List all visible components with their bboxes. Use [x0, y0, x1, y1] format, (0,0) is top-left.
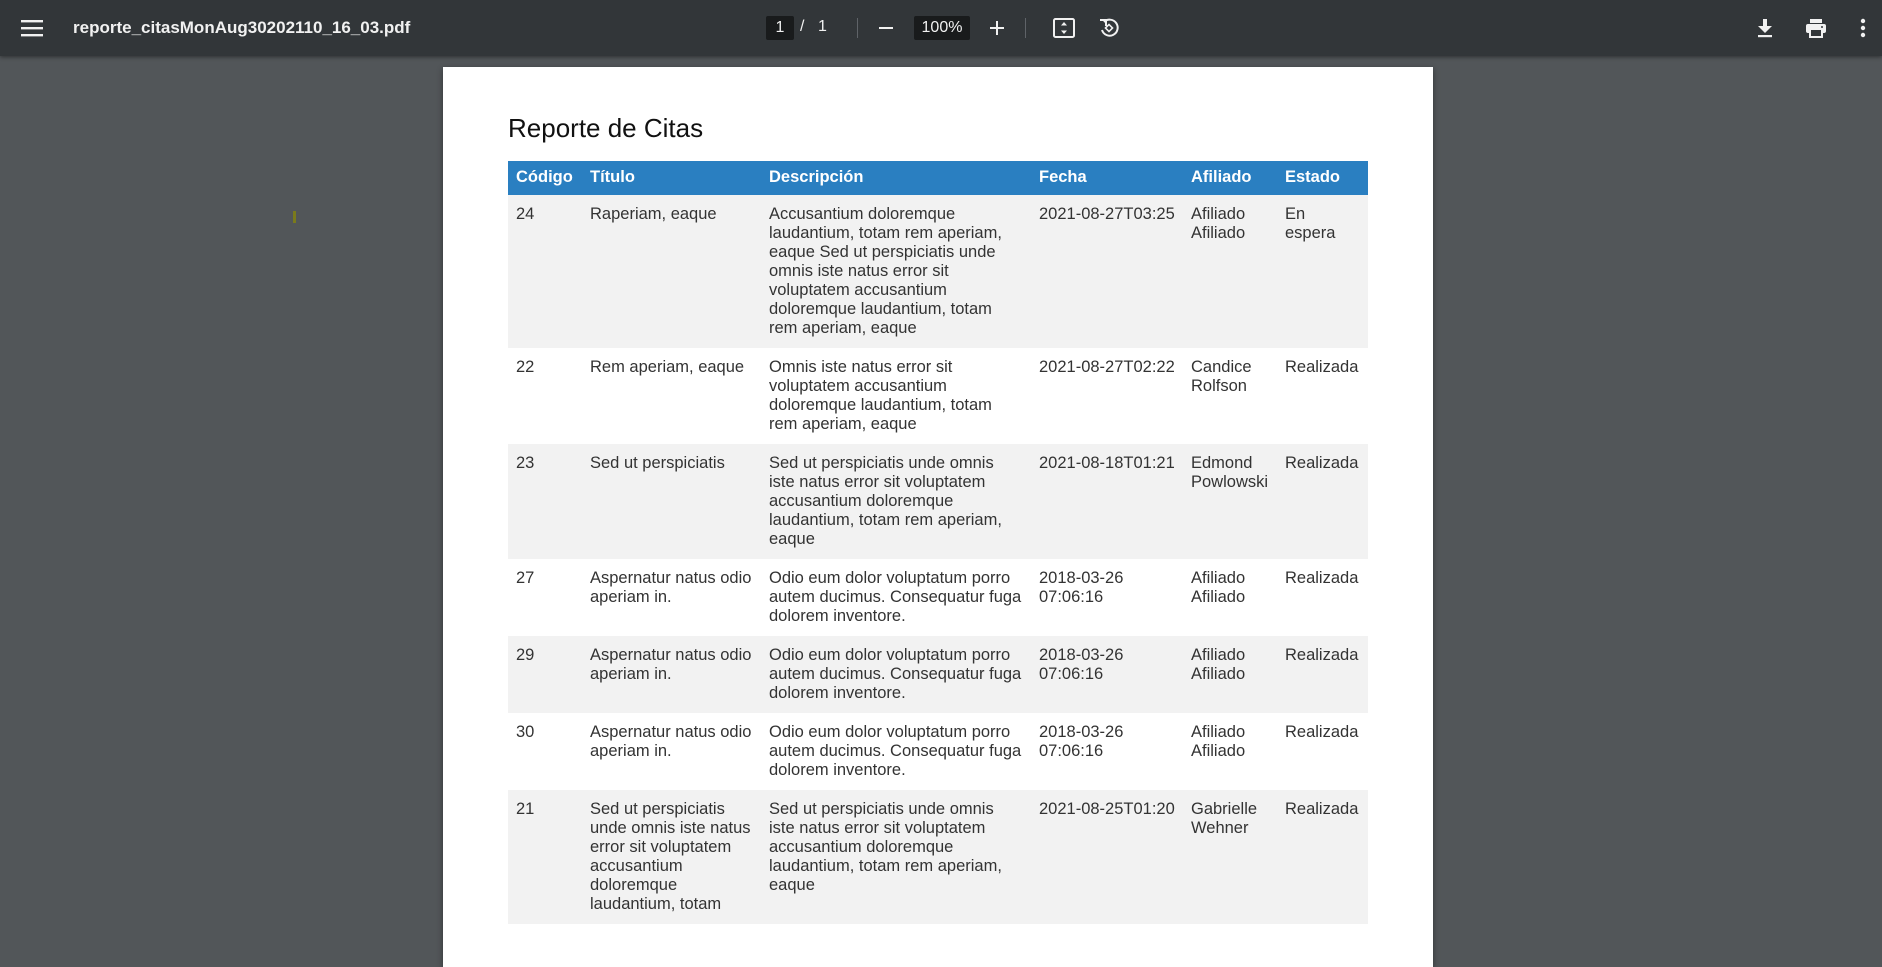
- plus-icon: [990, 21, 1004, 35]
- pdf-toolbar: reporte_citasMonAug30202110_16_03.pdf 1 …: [0, 0, 1882, 56]
- cell-codigo: 30: [508, 713, 582, 790]
- citas-table: Código Título Descripción Fecha Afiliado…: [508, 161, 1368, 924]
- column-header: Código: [508, 161, 582, 195]
- column-header: Descripción: [761, 161, 1031, 195]
- more-actions-button[interactable]: [1848, 10, 1878, 46]
- zoom-in-button[interactable]: [979, 10, 1015, 46]
- cell-codigo: 23: [508, 444, 582, 559]
- cell-fecha: 2021-08-27T02:22: [1031, 348, 1183, 444]
- table-row: 29 Aspernatur natus odio aperiam in. Odi…: [508, 636, 1368, 713]
- rotate-button[interactable]: [1091, 10, 1127, 46]
- table-row: 21 Sed ut perspiciatis unde omnis iste n…: [508, 790, 1368, 924]
- rotate-icon: [1100, 18, 1119, 37]
- cell-afiliado: Afiliado Afiliado: [1183, 636, 1277, 713]
- cell-codigo: 21: [508, 790, 582, 924]
- cell-afiliado: Gabrielle Wehner: [1183, 790, 1277, 924]
- print-button[interactable]: [1798, 10, 1834, 46]
- cell-descripcion: Sed ut perspiciatis unde omnis iste natu…: [761, 790, 1031, 924]
- table-row: 30 Aspernatur natus odio aperiam in. Odi…: [508, 713, 1368, 790]
- column-header: Afiliado: [1183, 161, 1277, 195]
- cell-codigo: 27: [508, 559, 582, 636]
- zoom-level-input[interactable]: 100%: [914, 16, 970, 40]
- zoom-out-button[interactable]: [868, 10, 904, 46]
- document-filename: reporte_citasMonAug30202110_16_03.pdf: [73, 18, 411, 37]
- download-button[interactable]: [1747, 10, 1783, 46]
- column-header: Estado: [1277, 161, 1368, 195]
- cell-titulo: Raperiam, eaque: [582, 195, 761, 348]
- cell-descripcion: Odio eum dolor voluptatum porro autem du…: [761, 713, 1031, 790]
- cell-descripcion: Omnis iste natus error sit voluptatem ac…: [761, 348, 1031, 444]
- document-title: Reporte de Citas: [508, 113, 704, 143]
- cell-fecha: 2018-03-26 07:06:16: [1031, 713, 1183, 790]
- table-row: 24 Raperiam, eaque Accusantium doloremqu…: [508, 195, 1368, 348]
- cell-fecha: 2021-08-27T03:25: [1031, 195, 1183, 348]
- table-row: 22 Rem aperiam, eaque Omnis iste natus e…: [508, 348, 1368, 444]
- cell-estado: Realizada: [1277, 559, 1368, 636]
- fit-to-page-icon: [1053, 18, 1075, 38]
- cell-codigo: 24: [508, 195, 582, 348]
- table-header-row: Código Título Descripción Fecha Afiliado…: [508, 161, 1368, 195]
- cell-titulo: Sed ut perspiciatis unde omnis iste natu…: [582, 790, 761, 924]
- cell-descripcion: Accusantium doloremque laudantium, totam…: [761, 195, 1031, 348]
- cell-fecha: 2021-08-18T01:21: [1031, 444, 1183, 559]
- cell-estado: Realizada: [1277, 790, 1368, 924]
- cell-titulo: Rem aperiam, eaque: [582, 348, 761, 444]
- cell-titulo: Aspernatur natus odio aperiam in.: [582, 559, 761, 636]
- cell-afiliado: Edmond Powlowski: [1183, 444, 1277, 559]
- download-icon: [1758, 19, 1772, 38]
- cell-titulo: Sed ut perspiciatis: [582, 444, 761, 559]
- scroll-marker: [293, 211, 296, 223]
- cell-estado: Realizada: [1277, 636, 1368, 713]
- fit-to-page-button[interactable]: [1046, 10, 1082, 46]
- table-row: 27 Aspernatur natus odio aperiam in. Odi…: [508, 559, 1368, 636]
- menu-button[interactable]: [14, 12, 50, 44]
- cell-afiliado: Afiliado Afiliado: [1183, 559, 1277, 636]
- page-number-input[interactable]: 1: [766, 16, 794, 40]
- cell-afiliado: Afiliado Afiliado: [1183, 713, 1277, 790]
- cell-afiliado: Afiliado Afiliado: [1183, 195, 1277, 348]
- cell-estado: En espera: [1277, 195, 1368, 348]
- column-header: Fecha: [1031, 161, 1183, 195]
- column-header: Título: [582, 161, 761, 195]
- table-row: 23 Sed ut perspiciatis Sed ut perspiciat…: [508, 444, 1368, 559]
- more-vert-icon: [1860, 18, 1866, 38]
- cell-titulo: Aspernatur natus odio aperiam in.: [582, 713, 761, 790]
- cell-fecha: 2021-08-25T01:20: [1031, 790, 1183, 924]
- print-icon: [1806, 19, 1826, 38]
- cell-descripcion: Odio eum dolor voluptatum porro autem du…: [761, 559, 1031, 636]
- cell-estado: Realizada: [1277, 713, 1368, 790]
- cell-estado: Realizada: [1277, 444, 1368, 559]
- cell-fecha: 2018-03-26 07:06:16: [1031, 636, 1183, 713]
- hamburger-menu-icon: [21, 20, 43, 37]
- cell-descripcion: Odio eum dolor voluptatum porro autem du…: [761, 636, 1031, 713]
- minus-icon: [879, 27, 893, 29]
- cell-titulo: Aspernatur natus odio aperiam in.: [582, 636, 761, 713]
- cell-estado: Realizada: [1277, 348, 1368, 444]
- cell-afiliado: Candice Rolfson: [1183, 348, 1277, 444]
- cell-descripcion: Sed ut perspiciatis unde omnis iste natu…: [761, 444, 1031, 559]
- pdf-page: Reporte de Citas Código Título Descripci…: [443, 67, 1433, 967]
- toolbar-divider: [1025, 18, 1026, 38]
- page-separator: /: [800, 18, 805, 35]
- cell-codigo: 22: [508, 348, 582, 444]
- page-total: 1: [818, 18, 827, 35]
- cell-codigo: 29: [508, 636, 582, 713]
- toolbar-divider: [857, 18, 858, 38]
- cell-fecha: 2018-03-26 07:06:16: [1031, 559, 1183, 636]
